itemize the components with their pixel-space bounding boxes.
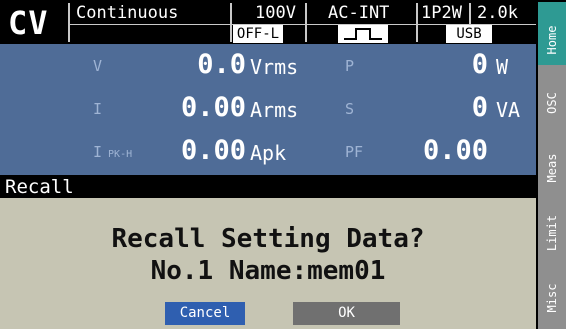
divider [230, 3, 232, 42]
measurement-value: 0 [471, 49, 488, 80]
divider [416, 3, 418, 42]
softkey-misc[interactable]: Misc [538, 260, 566, 329]
measurement-label: PF [345, 143, 364, 161]
measurement-label: P [345, 57, 355, 75]
dialog-title: Recall [0, 176, 536, 198]
measurement-label: I PK-H [93, 143, 132, 161]
measurement-unit: VA [496, 98, 521, 122]
dialog-detail: No.1 Name:mem01 [150, 256, 386, 286]
measurement-label-main: I [93, 143, 103, 161]
measurement-sublabel: PK-H [108, 149, 133, 160]
measurement-unit: W [496, 55, 509, 79]
measurement-value: 0 [471, 92, 488, 123]
cancel-button[interactable]: Cancel [165, 302, 245, 325]
voltage-range: 100V [255, 3, 296, 23]
softkey-label: Limit [545, 214, 559, 252]
operation-mode: Continuous [76, 3, 179, 23]
measurement-row: I PK-H 0.00 Apk PF 0.00 [0, 130, 536, 173]
mode-indicator: CV [8, 4, 49, 42]
ok-button[interactable]: OK [293, 302, 400, 325]
measurement-panel: V 0.0 Vrms P 0 W I 0.00 Arms S 0 VA I PK-… [0, 44, 536, 175]
softkey-label: Misc [545, 283, 559, 313]
status-bar: CV Continuous 100V OFF-L AC-INT 1P2W 2.0… [0, 0, 536, 44]
measurement-value: 0.00 [180, 92, 246, 123]
softkey-label: Home [545, 25, 559, 55]
measurement-label: S [345, 100, 355, 118]
softkey-label: Meas [545, 153, 559, 183]
measurement-unit: Vrms [250, 55, 299, 79]
measurement-value: 0.0 [197, 49, 246, 80]
instrument-screen: CV Continuous 100V OFF-L AC-INT 1P2W 2.0… [0, 0, 566, 329]
measurement-value: 0.00 [180, 135, 246, 166]
square-wave-icon [338, 25, 388, 43]
output-status-badge: OFF-L [233, 25, 283, 43]
softkey-label: OSC [545, 92, 559, 114]
divider [305, 3, 307, 42]
usb-badge: USB [446, 25, 492, 43]
measurement-unit: Apk [250, 141, 287, 165]
measurement-label: V [93, 57, 103, 75]
current-range: 2.0k [477, 3, 518, 23]
measurement-row: V 0.0 Vrms P 0 W [0, 44, 536, 87]
recall-dialog: Recall Setting Data? No.1 Name:mem01 Can… [0, 198, 536, 329]
dialog-question: Recall Setting Data? [111, 224, 425, 254]
signal-source: AC-INT [328, 3, 390, 23]
measurement-value: 0.00 [422, 135, 488, 166]
divider [68, 3, 70, 42]
measurement-unit: Arms [250, 98, 299, 122]
measurement-label: I [93, 100, 103, 118]
measurement-row: I 0.00 Arms S 0 VA [0, 87, 536, 130]
phase-wire: 1P2W [421, 3, 462, 23]
softkey-column: Home OSC Meas Limit Misc [536, 0, 566, 329]
